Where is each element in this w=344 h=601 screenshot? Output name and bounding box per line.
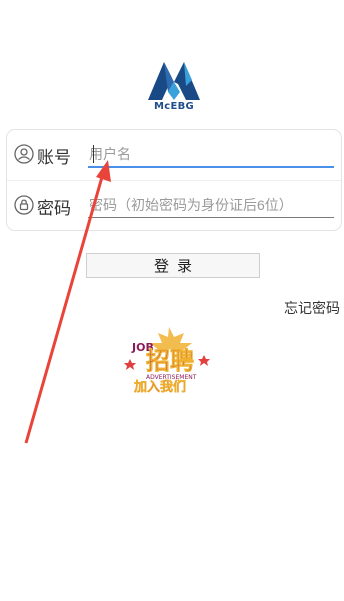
lock-icon — [14, 195, 34, 215]
username-input[interactable] — [89, 141, 334, 167]
password-label: 密码 — [37, 199, 71, 219]
user-icon — [14, 144, 34, 164]
text-cursor — [93, 145, 94, 163]
recruitment-badge[interactable]: JOB 招聘 ADVERTISEMENT 加入我们 — [124, 325, 214, 395]
username-underline — [88, 166, 334, 168]
account-row: 账号 — [7, 130, 341, 180]
badge-title-text: 招聘 — [146, 347, 194, 375]
login-card: 账号 密码 — [6, 129, 342, 231]
password-input[interactable] — [89, 192, 334, 218]
account-label: 账号 — [37, 148, 71, 168]
password-underline — [88, 217, 334, 218]
forgot-password-link[interactable]: 忘记密码 — [284, 298, 340, 318]
password-row: 密码 — [7, 180, 341, 231]
brand-name: McEBG — [153, 101, 195, 112]
badge-bottom-text: 加入我们 — [133, 379, 186, 395]
login-button[interactable]: 登录 — [86, 253, 260, 278]
